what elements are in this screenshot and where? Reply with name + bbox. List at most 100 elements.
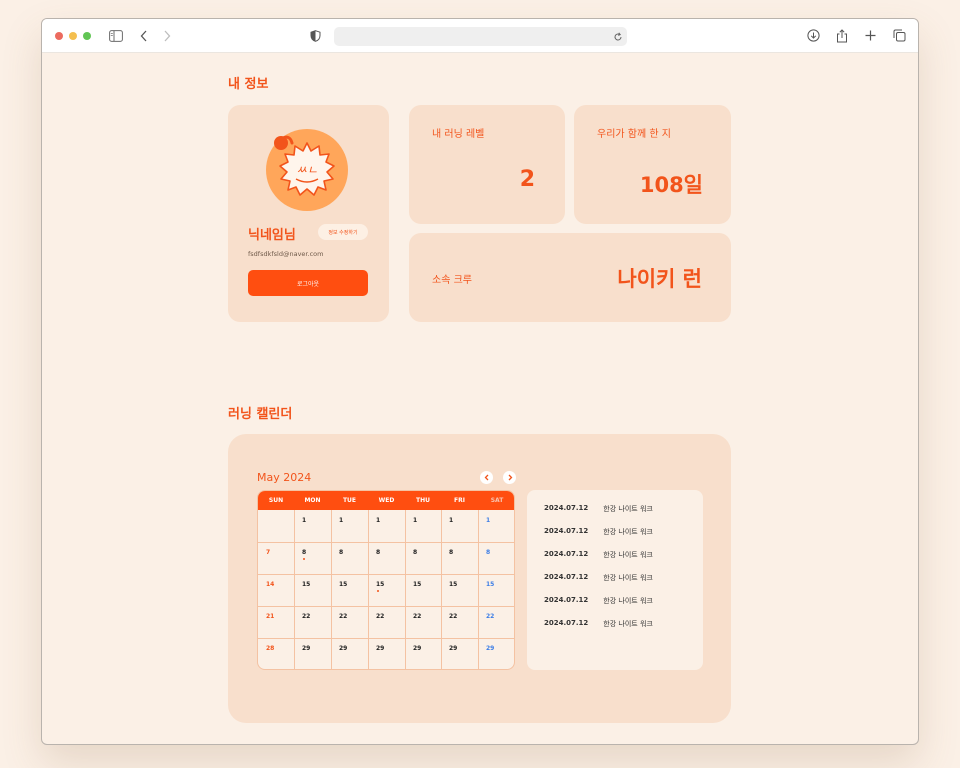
calendar-day[interactable]: 22: [449, 613, 457, 620]
browser-window: 내 정보 ㅆㄴ 닉네임님 정보 수정하기 fsdfsdkfsld@naver.c…: [41, 18, 919, 745]
run-date: 2024.07.12: [544, 550, 589, 558]
calendar-day[interactable]: 1: [449, 517, 453, 524]
run-list-item[interactable]: 2024.07.12 한강 나이트 워크: [544, 550, 653, 560]
run-event-dot: [377, 590, 379, 592]
run-title: 한강 나이트 워크: [603, 620, 653, 628]
calendar-weekday-header: SUN MON TUE WED THU FRI SAT: [258, 491, 514, 510]
calendar-day[interactable]: 29: [486, 645, 494, 652]
calendar-day[interactable]: 15: [339, 581, 347, 588]
calendar-day[interactable]: 15: [486, 581, 494, 588]
grid-row-divider: [258, 574, 514, 575]
days-together-label: 우리가 함께 한 지: [597, 129, 671, 140]
calendar-month-label: May 2024: [257, 471, 312, 484]
address-bar[interactable]: [334, 27, 627, 46]
avatar: ㅆㄴ: [266, 129, 348, 211]
calendar-day[interactable]: 8: [339, 549, 343, 556]
calendar-day[interactable]: 15: [376, 581, 384, 588]
run-title: 한강 나이트 워크: [603, 574, 653, 582]
page-content: 내 정보 ㅆㄴ 닉네임님 정보 수정하기 fsdfsdkfsld@naver.c…: [42, 53, 918, 744]
grid-row-divider: [258, 638, 514, 639]
profile-card: ㅆㄴ 닉네임님 정보 수정하기 fsdfsdkfsld@naver.com 로그…: [228, 105, 389, 322]
privacy-shield-icon[interactable]: [310, 27, 321, 44]
run-list-item[interactable]: 2024.07.12 한강 나이트 워크: [544, 527, 653, 537]
level-value: 2: [519, 167, 535, 192]
run-list: 2024.07.12 한강 나이트 워크 2024.07.12 한강 나이트 워크 20…: [527, 490, 703, 670]
run-event-dot: [303, 558, 305, 560]
weekday-thu: THU: [416, 497, 430, 504]
grid-column-divider: [441, 510, 442, 669]
nickname: 닉네임님: [248, 228, 296, 243]
calendar-day[interactable]: 15: [449, 581, 457, 588]
calendar-day[interactable]: 29: [376, 645, 384, 652]
next-month-button[interactable]: [503, 471, 516, 484]
edit-profile-button[interactable]: 정보 수정하기: [318, 224, 368, 240]
days-together-card: 우리가 함께 한 지 108일: [574, 105, 731, 224]
downloads-icon[interactable]: [807, 27, 820, 44]
run-date: 2024.07.12: [544, 596, 589, 604]
minimize-window-button[interactable]: [69, 32, 77, 40]
calendar-day[interactable]: 8: [449, 549, 453, 556]
weekday-wed: WED: [378, 497, 395, 504]
calendar-day[interactable]: 1: [376, 517, 380, 524]
run-list-item[interactable]: 2024.07.12 한강 나이트 워크: [544, 619, 653, 629]
grid-column-divider: [478, 510, 479, 669]
calendar-day[interactable]: 22: [413, 613, 421, 620]
calendar-day[interactable]: 22: [376, 613, 384, 620]
grid-column-divider: [405, 510, 406, 669]
calendar-day[interactable]: 1: [413, 517, 417, 524]
calendar-grid: SUN MON TUE WED THU FRI SAT 1 1 1 1 1 1 7 8 8 8 8 8 8 14 15 1…: [257, 490, 515, 670]
calendar-day[interactable]: 15: [413, 581, 421, 588]
reload-icon[interactable]: [613, 28, 623, 45]
close-window-button[interactable]: [55, 32, 63, 40]
calendar-day[interactable]: 29: [302, 645, 310, 652]
calendar-day[interactable]: 1: [339, 517, 343, 524]
calendar-day[interactable]: 8: [413, 549, 417, 556]
weekday-tue: TUE: [342, 497, 357, 504]
forward-icon[interactable]: [163, 27, 171, 44]
calendar-day[interactable]: 8: [302, 549, 306, 556]
calendar-day[interactable]: 8: [486, 549, 490, 556]
browser-toolbar: [42, 19, 918, 53]
calendar-day[interactable]: 29: [449, 645, 457, 652]
calendar-day[interactable]: 7: [266, 549, 270, 556]
back-icon[interactable]: [140, 27, 148, 44]
calendar-day[interactable]: 22: [486, 613, 494, 620]
logout-button[interactable]: 로그아웃: [248, 270, 368, 296]
calendar-day[interactable]: 15: [302, 581, 310, 588]
run-list-item[interactable]: 2024.07.12 한강 나이트 워크: [544, 573, 653, 583]
run-title: 한강 나이트 워크: [603, 551, 653, 559]
crew-label: 소속 크루: [432, 275, 472, 286]
chevron-right-icon: [508, 474, 512, 481]
calendar-day[interactable]: 29: [413, 645, 421, 652]
calendar-day[interactable]: 1: [302, 517, 306, 524]
calendar-day[interactable]: 21: [266, 613, 274, 620]
run-date: 2024.07.12: [544, 573, 589, 581]
zoom-window-button[interactable]: [83, 32, 91, 40]
tab-overview-icon[interactable]: [893, 27, 906, 44]
calendar-day[interactable]: 8: [376, 549, 380, 556]
run-date: 2024.07.12: [544, 619, 589, 627]
calendar-day[interactable]: 28: [266, 645, 274, 652]
previous-month-button[interactable]: [480, 471, 493, 484]
grid-column-divider: [368, 510, 369, 669]
calendar-day[interactable]: 22: [339, 613, 347, 620]
calendar-day[interactable]: 1: [486, 517, 490, 524]
run-list-item[interactable]: 2024.07.12 한강 나이트 워크: [544, 504, 653, 514]
calendar-section-title: 러닝 캘린더: [228, 407, 293, 422]
days-together-value: 108일: [639, 173, 703, 197]
share-icon[interactable]: [836, 27, 848, 44]
calendar-card: May 2024 SUN MON TUE WED THU FRI SAT 1 1 1 1 1 1 7 8 8…: [228, 434, 731, 723]
new-tab-icon[interactable]: [865, 27, 876, 44]
grid-row-divider: [258, 542, 514, 543]
run-title: 한강 나이트 워크: [603, 528, 653, 536]
calendar-day[interactable]: 14: [266, 581, 274, 588]
calendar-day[interactable]: 22: [302, 613, 310, 620]
grid-row-divider: [258, 606, 514, 607]
run-list-item[interactable]: 2024.07.12 한강 나이트 워크: [544, 596, 653, 606]
run-date: 2024.07.12: [544, 504, 589, 512]
calendar-day[interactable]: 29: [339, 645, 347, 652]
weekday-sat: SAT: [490, 497, 504, 504]
sidebar-toggle-icon[interactable]: [109, 27, 123, 44]
level-card: 내 러닝 레벨 2: [409, 105, 565, 224]
weekday-fri: FRI: [454, 497, 465, 504]
